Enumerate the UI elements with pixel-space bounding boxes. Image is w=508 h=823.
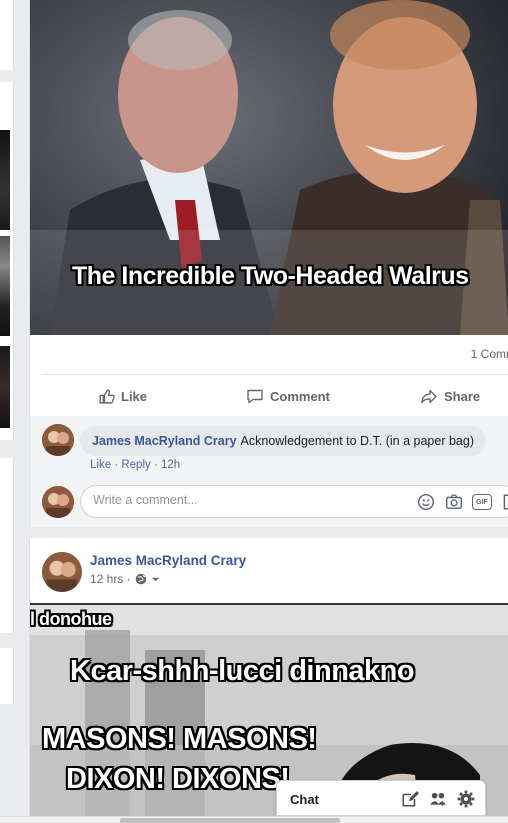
separator: ·: [153, 459, 158, 471]
comment-button[interactable]: Comment: [246, 386, 330, 406]
chevron-down-icon[interactable]: [151, 575, 160, 584]
chat-label: Chat: [290, 792, 319, 807]
meme-text-line3: DIXON! DIXONS!: [66, 763, 290, 795]
left-thumbnail-2[interactable]: [0, 236, 10, 336]
post-meta: 12 hrs ·: [90, 572, 160, 586]
left-thumbnail-1[interactable]: [0, 130, 10, 230]
post-photo[interactable]: The Incredible Two-Headed Walrus: [30, 0, 508, 335]
comments-section: James MacRyland Crary Acknowledgement to…: [30, 416, 508, 527]
globe-icon[interactable]: [135, 573, 147, 585]
like-label: Like: [121, 388, 148, 404]
avatar-image: [42, 552, 82, 592]
left-card-lower: [0, 458, 14, 633]
current-user-avatar[interactable]: [42, 486, 74, 518]
comment-bubble: James MacRyland Crary Acknowledgement to…: [80, 426, 486, 456]
comment-author[interactable]: James MacRyland Crary: [92, 434, 237, 448]
horizontal-scrollbar[interactable]: [0, 816, 508, 823]
comment-time[interactable]: 12h: [161, 459, 180, 471]
camera-icon[interactable]: [445, 493, 463, 511]
sticker-icon[interactable]: [501, 493, 508, 511]
chat-bar[interactable]: Chat: [276, 780, 486, 816]
feed-post-1: The Incredible Two-Headed Walrus 1 Comm …: [29, 0, 508, 527]
scrollbar-thumb[interactable]: [120, 818, 340, 823]
meme-text-line2: MASONS! MASONS!: [42, 723, 317, 755]
compose-icon[interactable]: [401, 790, 419, 808]
comment-text: Acknowledgement to D.T. (in a paper bag): [240, 434, 474, 448]
separator: ·: [114, 459, 119, 471]
new-group-icon[interactable]: [429, 790, 447, 808]
thumbs-up-icon: [99, 388, 115, 404]
gif-icon[interactable]: GIF: [472, 494, 492, 510]
avatar-image: [42, 486, 74, 518]
post-author-avatar[interactable]: [42, 552, 82, 592]
gear-icon[interactable]: [457, 790, 475, 808]
comment-composer: GIF: [80, 485, 508, 518]
left-thumbnail-3[interactable]: [0, 346, 10, 428]
meme-text-top: l donohue: [30, 609, 112, 629]
emoji-icon[interactable]: [417, 493, 435, 511]
comment-label: Comment: [270, 388, 330, 404]
like-button[interactable]: Like: [98, 386, 147, 406]
commenter-avatar[interactable]: [42, 424, 74, 456]
divider: [42, 374, 508, 375]
left-card-bottom: [0, 648, 14, 704]
speech-bubble-icon: [247, 389, 263, 403]
comment-like-link[interactable]: Like: [90, 459, 111, 471]
avatar-image: [42, 424, 74, 456]
comment-reply-link[interactable]: Reply: [121, 459, 150, 471]
comment-actions: Like · Reply · 12h: [90, 459, 180, 471]
share-label: Share: [444, 388, 481, 404]
post-author-name[interactable]: James MacRyland Crary: [90, 553, 246, 568]
post-timestamp[interactable]: 12 hrs ·: [90, 572, 131, 586]
write-comment-input[interactable]: [93, 493, 393, 507]
comment-count[interactable]: 1 Comm: [471, 347, 508, 361]
share-button[interactable]: Share: [420, 386, 480, 406]
share-arrow-icon: [421, 389, 437, 403]
meme-text-line1: Kcar-shhh-lucci dinnakno: [70, 655, 415, 687]
meme-caption: The Incredible Two-Headed Walrus: [72, 262, 469, 290]
left-card-top: [0, 0, 14, 70]
